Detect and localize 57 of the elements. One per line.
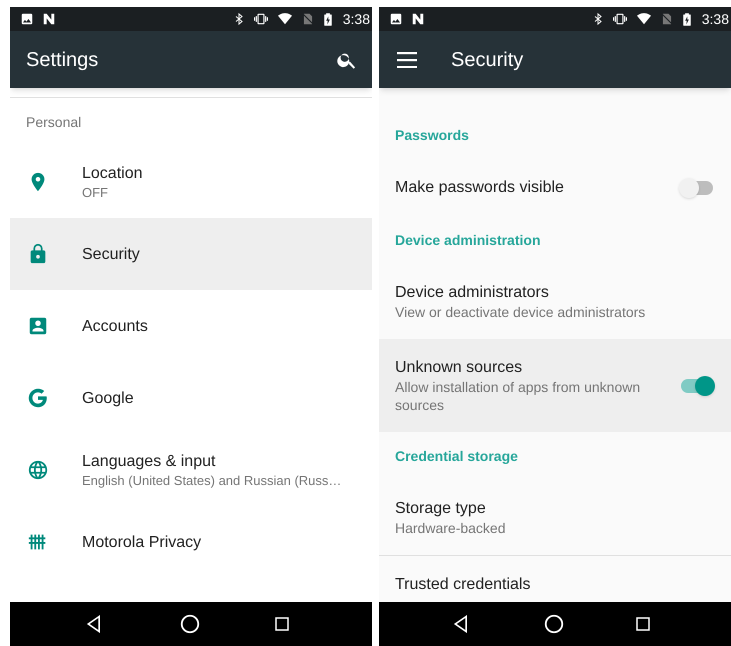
section-header: Credential storage (394, 446, 519, 466)
toggle-row[interactable]: Unknown sources Allow installation of apps from unknown sources (379, 339, 731, 432)
wifi-icon (636, 12, 652, 26)
item-title: Unknown sources (395, 358, 524, 378)
settings-item[interactable]: Device administrators View or deactivate device administrators (379, 264, 731, 339)
letter-n-icon (411, 12, 425, 26)
toggle-switch[interactable] (679, 178, 715, 198)
settings-item[interactable]: Languages & input English (United States) and Russian (Russ… (10, 434, 372, 506)
home-circle-icon (179, 613, 201, 635)
item-summary: Hardware-backed (395, 519, 506, 537)
item-title: Make passwords visible (395, 178, 565, 198)
settings-item[interactable]: Security (10, 218, 372, 290)
letter-n-icon (42, 12, 56, 26)
settings-item[interactable]: Accounts (10, 290, 372, 362)
item-title: Storage type (395, 499, 487, 519)
person-card-icon (27, 315, 49, 337)
status-time: 3:38 (702, 10, 729, 28)
letter-g-icon (27, 387, 49, 409)
image-icon (389, 12, 403, 26)
no-sim-icon (300, 12, 315, 26)
item-title: Google (82, 388, 135, 408)
item-summary: Allow installation of apps from unknown sources (395, 378, 642, 414)
item-title: Security (82, 244, 141, 264)
battery-charging-icon (682, 12, 692, 26)
status-time: 3:38 (342, 10, 370, 28)
recents-square-icon (634, 615, 652, 633)
section-header: Personal (25, 112, 82, 132)
item-title: Trusted credentials (395, 575, 532, 595)
settings-item[interactable]: Storage type Hardware-backed (379, 480, 731, 556)
recents-square-icon (273, 615, 291, 633)
item-summary: English (United States) and Russian (Russ… (82, 472, 342, 490)
toggle-switch[interactable] (679, 376, 715, 396)
no-sim-icon (660, 12, 674, 26)
settings-item[interactable]: Trusted credentials (379, 556, 731, 602)
image-icon (20, 12, 34, 26)
battery-charging-icon (322, 12, 333, 26)
toggle-row[interactable]: Make passwords visible (379, 159, 731, 216)
settings-item[interactable]: Location OFF (10, 146, 372, 218)
item-title: Accounts (82, 316, 149, 336)
app-bar-title: Settings (26, 48, 100, 72)
item-summary: View or deactivate device administrators (395, 303, 646, 321)
home-circle-icon (542, 613, 565, 635)
section-header: Passwords (394, 126, 470, 144)
item-title: Device administrators (395, 283, 550, 303)
item-title: Languages & input (82, 452, 216, 472)
vibrate-icon (612, 12, 628, 26)
section-header: Device administration (394, 230, 542, 250)
item-summary: OFF (82, 184, 109, 202)
wifi-icon (276, 12, 293, 26)
item-title: Motorola Privacy (82, 532, 202, 552)
app-bar-title: Security (451, 48, 524, 72)
item-title: Location (82, 164, 144, 184)
settings-item[interactable]: Motorola Privacy (10, 506, 372, 578)
globe-icon (27, 459, 49, 481)
vibrate-icon (252, 12, 269, 26)
menu-icon (397, 52, 417, 68)
settings-item[interactable]: Google (10, 362, 372, 434)
